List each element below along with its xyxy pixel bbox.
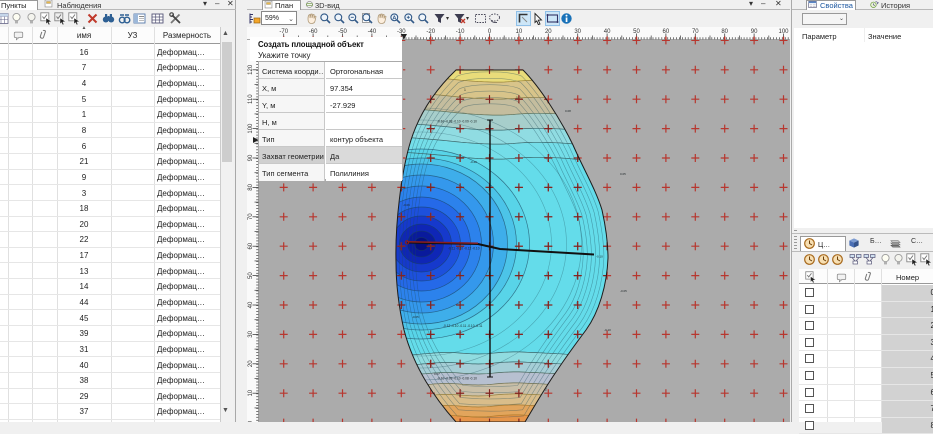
svg-text:60: 60 (248, 242, 254, 249)
svg-text:-10: -10 (456, 29, 465, 35)
svg-text:0.08: 0.08 (565, 109, 571, 113)
svg-text:90: 90 (751, 29, 758, 35)
svg-text:10: 10 (248, 389, 254, 396)
svg-text:70: 70 (248, 213, 254, 220)
svg-text:0.07: 0.07 (434, 372, 440, 376)
svg-text:50: 50 (248, 272, 254, 279)
svg-text:60: 60 (663, 29, 670, 35)
svg-text:-0.09: -0.09 (403, 203, 410, 207)
svg-text:40: 40 (604, 29, 611, 35)
svg-text:-50: -50 (338, 29, 347, 35)
svg-text:2: 2 (545, 388, 547, 392)
svg-text:-40: -40 (368, 29, 377, 35)
svg-text:110: 110 (248, 94, 254, 104)
svg-text:90: 90 (248, 154, 254, 161)
svg-text:-0.10 -0.08 -0.10 -0.09 -0.10: -0.10 -0.08 -0.10 -0.09 -0.10 (437, 120, 477, 124)
svg-text:1: 1 (464, 88, 466, 92)
svg-text:80: 80 (721, 29, 728, 35)
svg-text:40: 40 (248, 301, 254, 308)
svg-text:A: A (392, 15, 396, 21)
svg-text:120: 120 (248, 64, 254, 75)
svg-text:-20: -20 (426, 29, 435, 35)
svg-text:-60: -60 (309, 29, 318, 35)
svg-text:-0.05: -0.05 (412, 315, 419, 319)
svg-text:100: 100 (248, 123, 254, 134)
svg-text:-0.05: -0.05 (620, 289, 627, 293)
svg-text:100: 100 (778, 29, 789, 35)
svg-text:-0.10: -0.10 (604, 328, 611, 332)
svg-text:-0.10 -0.09 -0.10 -0.08 -0.10: -0.10 -0.09 -0.10 -0.08 -0.10 (437, 377, 477, 381)
svg-text:50: 50 (633, 29, 640, 35)
svg-text:80: 80 (248, 183, 254, 190)
svg-text:-70: -70 (279, 29, 288, 35)
svg-text:-0.20: -0.20 (470, 160, 477, 164)
svg-text:20: 20 (545, 29, 552, 35)
svg-text:30: 30 (574, 29, 581, 35)
svg-text:30: 30 (248, 330, 254, 337)
svg-text:70: 70 (692, 29, 699, 35)
svg-text:0.05: 0.05 (620, 172, 626, 176)
svg-text:10: 10 (516, 29, 523, 35)
svg-text:1: 1 (516, 96, 518, 100)
svg-text:-0.11 -0.10 -0.12 -0.10: -0.11 -0.10 -0.12 -0.10 (448, 247, 480, 251)
svg-text:-0.10: -0.10 (596, 255, 603, 259)
svg-text:20: 20 (248, 360, 254, 367)
svg-text:-0.12 -0.10 -0.11 -0.10 -0.11: -0.12 -0.10 -0.11 -0.10 -0.11 (443, 324, 483, 328)
